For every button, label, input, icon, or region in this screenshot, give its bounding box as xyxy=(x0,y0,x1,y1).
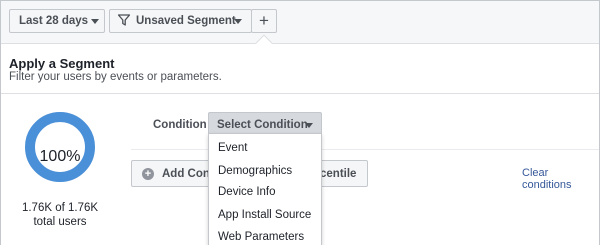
segment-label: Unsaved Segment xyxy=(136,15,236,27)
plus-circle-icon: + xyxy=(142,167,154,180)
condition-dropdown-menu: Event Demographics Device Info App Insta… xyxy=(208,133,322,245)
users-count: 1.76K of 1.76K xyxy=(21,202,99,214)
segment-dropdown[interactable]: Unsaved Segment xyxy=(109,9,252,33)
users-donut-chart xyxy=(25,112,95,182)
segment-title: Apply a Segment xyxy=(9,56,115,71)
date-range-label: Last 28 days xyxy=(19,15,89,27)
plus-icon: + xyxy=(259,11,269,30)
divider xyxy=(131,149,599,150)
dropdown-item-app-install-source[interactable]: App Install Source xyxy=(218,209,311,221)
donut-arc xyxy=(25,112,95,182)
segment-header: Apply a Segment Filter your users by eve… xyxy=(1,43,599,93)
chevron-down-icon xyxy=(234,19,242,24)
dropdown-item-device-info[interactable]: Device Info xyxy=(218,186,276,198)
segment-subtitle: Filter your users by events or parameter… xyxy=(9,71,222,83)
percentile-label: centile xyxy=(320,168,357,180)
funnel-icon xyxy=(117,13,131,29)
condition-select-label: Select Condition xyxy=(217,118,308,131)
donut-percent: 100% xyxy=(39,148,81,165)
date-range-dropdown[interactable]: Last 28 days xyxy=(9,9,105,33)
chevron-down-icon xyxy=(91,19,99,24)
condition-label: Condition xyxy=(153,119,207,131)
segment-window: Last 28 days Unsaved Segment + Apply a S… xyxy=(0,0,600,245)
users-label: total users xyxy=(33,216,87,228)
chevron-down-icon xyxy=(305,123,313,128)
clear-conditions-link[interactable]: Clear conditions xyxy=(522,167,599,191)
dropdown-item-demographics[interactable]: Demographics xyxy=(218,165,292,177)
dropdown-item-web-parameters[interactable]: Web Parameters xyxy=(218,231,304,243)
toolbar: Last 28 days Unsaved Segment + xyxy=(1,1,599,43)
add-segment-button[interactable]: + xyxy=(251,9,277,33)
dropdown-item-event[interactable]: Event xyxy=(218,142,247,154)
